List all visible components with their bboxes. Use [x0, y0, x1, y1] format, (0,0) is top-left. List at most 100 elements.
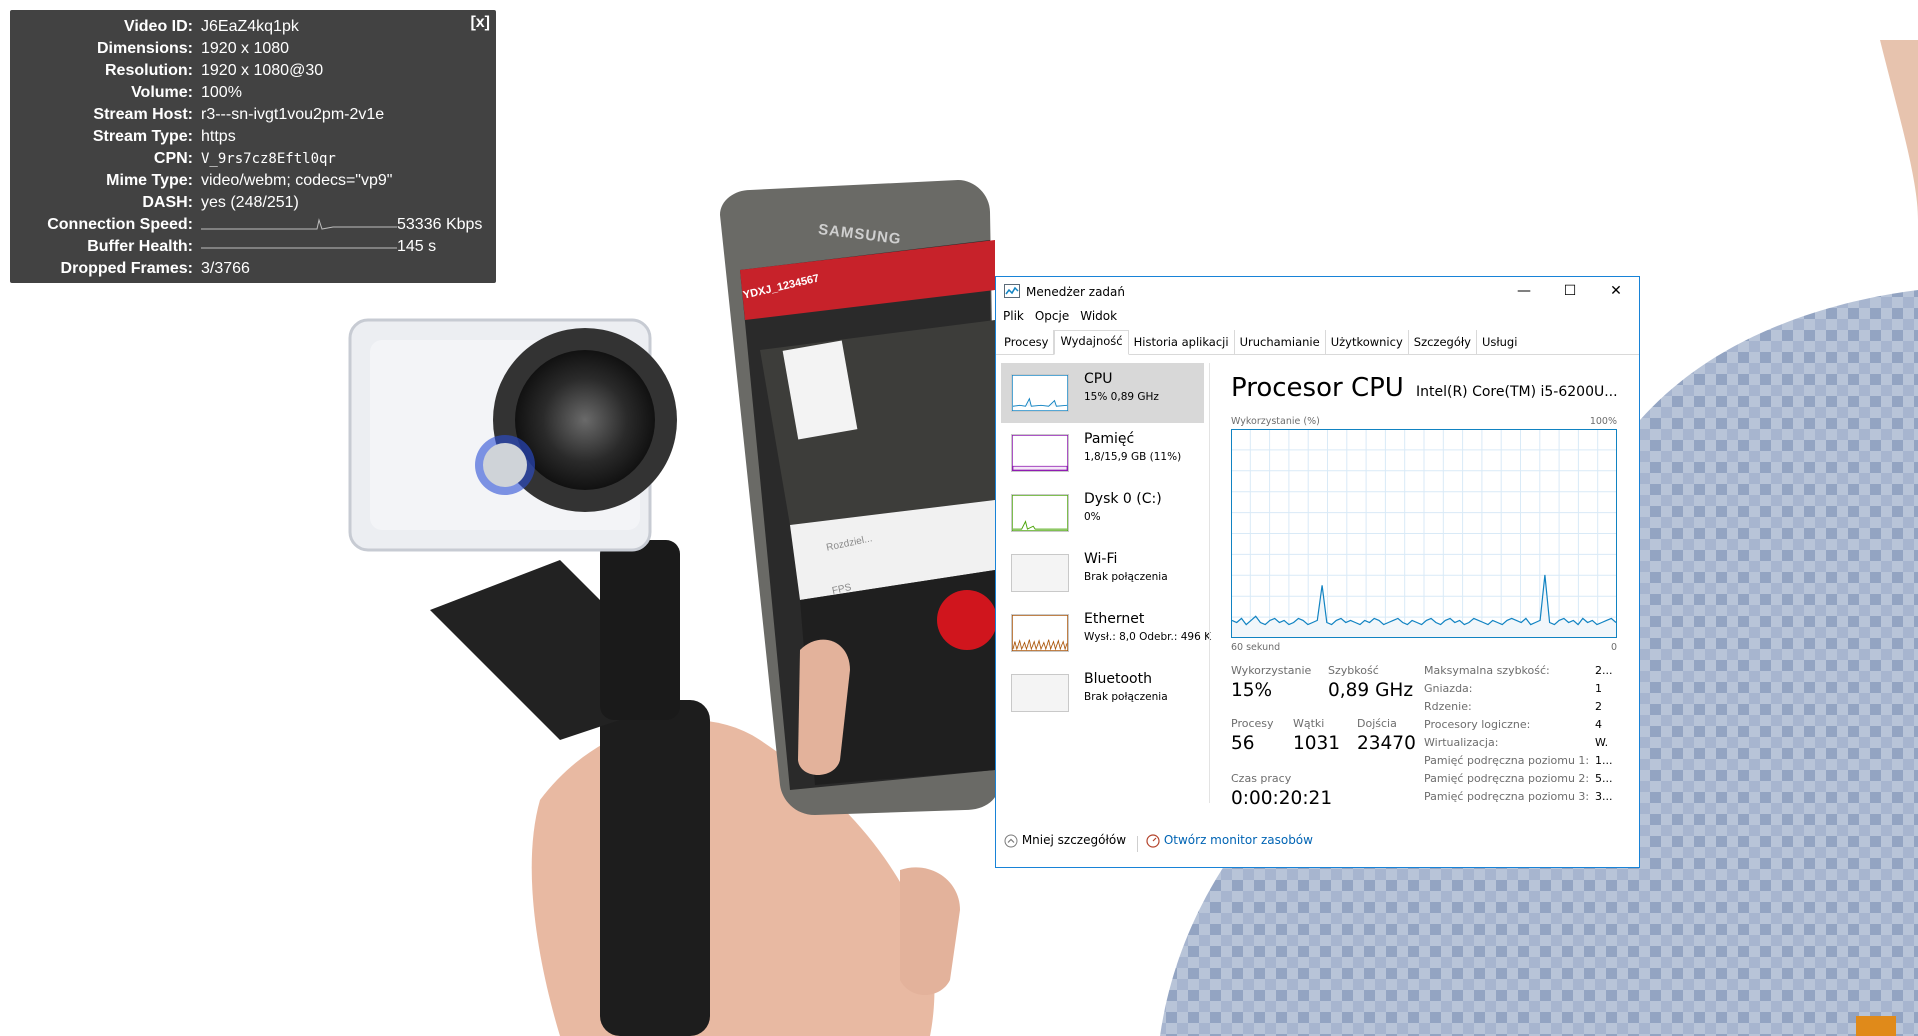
- stats-row: Connection Speed: 53336 Kbps: [10, 214, 496, 236]
- resource-item-wifi[interactable]: Wi-Fi Brak połączenia: [1001, 543, 1204, 603]
- title-bar[interactable]: Menedżer zadań — ☐ ✕: [996, 277, 1639, 307]
- spec-value: 4: [1595, 718, 1602, 731]
- resource-item-cpu[interactable]: CPU 15% 0,89 GHz: [1001, 363, 1204, 423]
- open-resource-monitor-link[interactable]: Otwórz monitor zasobów: [1146, 833, 1313, 848]
- stats-key: Video ID:: [123, 18, 193, 35]
- axis-min-label: 0: [1611, 642, 1618, 653]
- resource-item-bluetooth[interactable]: Bluetooth Brak połączenia: [1001, 663, 1204, 723]
- close-button[interactable]: ✕: [1593, 277, 1639, 307]
- menu-opcje[interactable]: Opcje: [1032, 307, 1077, 327]
- tab-procesy[interactable]: Procesy: [999, 330, 1055, 354]
- resource-sub: 0%: [1084, 511, 1101, 523]
- resource-name: Pamięć: [1084, 431, 1135, 447]
- spec-key: Pamięć podręczna poziomu 3:: [1424, 790, 1590, 803]
- bluetooth-mini-graph: [1011, 674, 1069, 712]
- stats-row: Stream Type: https: [10, 126, 496, 148]
- resource-item-ethernet[interactable]: Ethernet Wysł.: 8,0 Odebr.: 496 K: [1001, 603, 1211, 663]
- resource-sub: Brak połączenia: [1084, 571, 1168, 583]
- fewer-details-label: Mniej szczegółów: [1021, 833, 1127, 847]
- stats-key: Dimensions:: [96, 40, 193, 57]
- stats-value: 145 s: [201, 236, 496, 258]
- wifi-mini-graph: [1011, 554, 1069, 592]
- handles-value: 23470: [1357, 733, 1416, 754]
- resource-name: Wi-Fi: [1084, 551, 1118, 567]
- chevron-up-circle-icon: [1004, 834, 1018, 847]
- speed-value: 0,89 GHz: [1328, 680, 1414, 701]
- cpu-usage-graph: [1231, 429, 1617, 638]
- stats-row: CPN: V_9rs7cz8Eftl0qr: [10, 148, 496, 170]
- axis-time-label: 60 sekund: [1231, 642, 1281, 653]
- tab-uzytkownicy[interactable]: Użytkownicy: [1326, 330, 1409, 354]
- stats-row: Resolution: 1920 x 1080@30: [10, 60, 496, 82]
- spec-key: Maksymalna szybkość:: [1424, 664, 1550, 677]
- spec-key: Procesory logiczne:: [1424, 718, 1531, 731]
- menu-bar: Plik Opcje Widok: [996, 307, 1639, 327]
- stats-key: Connection Speed:: [47, 216, 193, 233]
- spec-key: Wirtualizacja:: [1424, 736, 1499, 749]
- resource-name: Bluetooth: [1084, 671, 1152, 687]
- stats-key: Mime Type:: [106, 172, 193, 189]
- stats-value: yes (248/251): [201, 194, 299, 211]
- handles-label: Dojścia: [1357, 717, 1397, 730]
- stats-close-button[interactable]: [x]: [470, 14, 490, 32]
- stats-row: Mime Type: video/webm; codecs="vp9": [10, 170, 496, 192]
- spec-key: Rdzenie:: [1424, 700, 1472, 713]
- stats-key: Stream Host:: [93, 106, 193, 123]
- speed-label: Szybkość: [1328, 664, 1379, 677]
- axis-max-label: 100%: [1589, 416, 1617, 427]
- stats-value: r3---sn-ivgt1vou2pm-2v1e: [201, 106, 385, 123]
- uptime-value: 0:00:20:21: [1231, 788, 1333, 809]
- stats-value: 100%: [201, 84, 242, 101]
- stats-value: 1920 x 1080: [201, 40, 290, 57]
- minimize-button[interactable]: —: [1501, 277, 1547, 307]
- stats-row: Volume: 100%: [10, 82, 496, 104]
- stats-value: 1920 x 1080@30: [201, 62, 324, 79]
- uptime-label: Czas pracy: [1231, 772, 1292, 785]
- spec-key: Pamięć podręczna poziomu 1:: [1424, 754, 1590, 767]
- task-manager-app-icon: [1004, 284, 1020, 298]
- tab-wydajnosc[interactable]: Wydajność: [1054, 330, 1129, 355]
- stats-row: Dropped Frames: 3/3766: [10, 258, 496, 280]
- threads-value: 1031: [1293, 733, 1341, 754]
- tab-uslugi[interactable]: Usługi: [1477, 330, 1522, 354]
- task-manager-window: Menedżer zadań — ☐ ✕ Plik Opcje Widok Pr…: [995, 276, 1640, 868]
- spec-key: Pamięć podręczna poziomu 2:: [1424, 772, 1590, 785]
- stats-key: Dropped Frames:: [60, 260, 193, 277]
- resource-sub: 15% 0,89 GHz: [1084, 391, 1159, 403]
- spec-value: W.: [1595, 736, 1609, 749]
- resource-name: CPU: [1084, 371, 1113, 387]
- stats-value-text: 145 s: [397, 238, 437, 255]
- stats-key: Resolution:: [105, 62, 193, 79]
- buffer-health-sparkline: [201, 247, 397, 249]
- stats-value: https: [201, 128, 236, 145]
- cpu-mini-graph: [1011, 374, 1069, 412]
- stats-value: J6EaZ4kq1pk: [201, 18, 299, 35]
- spec-value: 3...: [1595, 790, 1613, 803]
- menu-plik[interactable]: Plik: [1000, 307, 1032, 327]
- tab-szczegoly[interactable]: Szczegóły: [1409, 330, 1477, 354]
- stats-row: Dimensions: 1920 x 1080: [10, 38, 496, 60]
- stats-value: V_9rs7cz8Eftl0qr: [201, 151, 336, 167]
- processes-label: Procesy: [1231, 717, 1274, 730]
- stats-value: 3/3766: [201, 260, 250, 277]
- tab-uruchamianie[interactable]: Uruchamianie: [1235, 330, 1326, 354]
- stats-value: 53336 Kbps: [201, 214, 496, 236]
- footer-bar: Mniej szczegółów Otwórz monitor zasobów: [1004, 833, 1604, 857]
- window-title: Menedżer zadań: [1026, 285, 1125, 299]
- pane-divider[interactable]: [1209, 363, 1210, 803]
- resource-list: CPU 15% 0,89 GHz Pamięć 1,8/15,9 GB (11%…: [1001, 363, 1211, 803]
- resource-name: Ethernet: [1084, 611, 1145, 627]
- resource-item-disk[interactable]: Dysk 0 (C:) 0%: [1001, 483, 1204, 543]
- resource-item-memory[interactable]: Pamięć 1,8/15,9 GB (11%): [1001, 423, 1204, 483]
- maximize-button[interactable]: ☐: [1547, 277, 1593, 307]
- spec-value: 2: [1595, 700, 1602, 713]
- open-resource-monitor-label: Otwórz monitor zasobów: [1163, 833, 1313, 847]
- detail-heading: Procesor CPU: [1231, 373, 1404, 403]
- tab-historia-aplikacji[interactable]: Historia aplikacji: [1129, 330, 1235, 354]
- resource-name: Dysk 0 (C:): [1084, 491, 1162, 507]
- fewer-details-button[interactable]: Mniej szczegółów: [1004, 833, 1126, 848]
- stats-key: DASH:: [142, 194, 193, 211]
- menu-widok[interactable]: Widok: [1077, 307, 1125, 327]
- processes-value: 56: [1231, 733, 1255, 754]
- stats-row: Video ID: J6EaZ4kq1pk: [10, 16, 496, 38]
